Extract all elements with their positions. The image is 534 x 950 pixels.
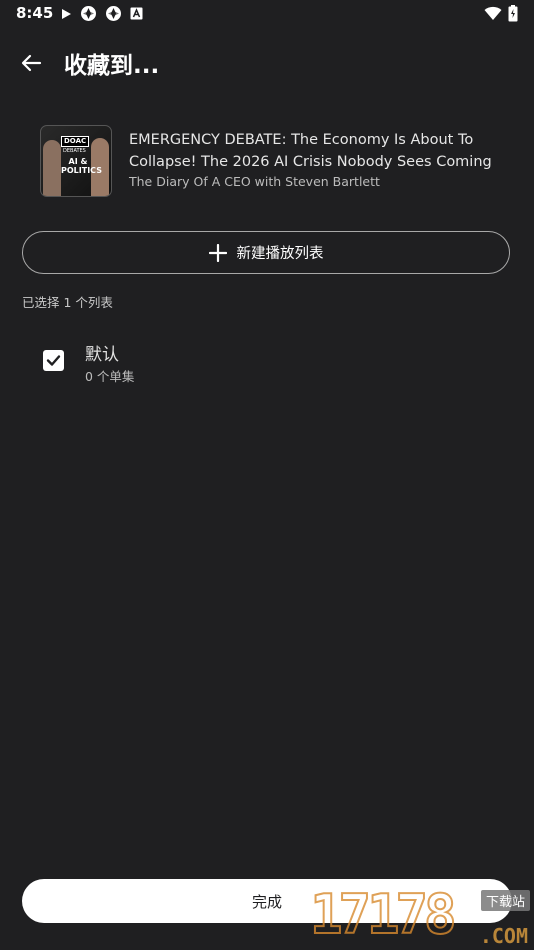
app-notification-icon <box>81 6 96 21</box>
podcast-name: The Diary Of A CEO with Steven Bartlett <box>129 174 380 189</box>
arrow-back-icon <box>21 54 42 72</box>
done-button[interactable]: 完成 <box>22 879 512 923</box>
page-title: 收藏到... <box>64 53 160 79</box>
new-playlist-button[interactable]: 新建播放列表 <box>22 231 510 274</box>
done-label: 完成 <box>251 892 282 911</box>
playlist-item[interactable]: 默认 0 个单集 <box>22 335 512 390</box>
playlist-name: 默认 <box>85 345 119 365</box>
watermark-domain: .COM <box>479 924 528 948</box>
battery-icon <box>508 5 518 22</box>
playlist-episode-count: 0 个单集 <box>85 369 135 384</box>
wifi-icon <box>484 6 502 20</box>
app-notification-icon <box>106 6 121 21</box>
plus-icon <box>208 243 227 262</box>
artwork-logo: DOAC <box>61 136 90 147</box>
episode-title: EMERGENCY DEBATE: The Economy Is About T… <box>129 132 492 170</box>
back-button[interactable] <box>16 48 46 78</box>
artwork-topic: AI & POLITICS <box>61 157 102 175</box>
font-notification-icon <box>130 7 143 20</box>
episode-artwork: DOAC DEBATES AI & POLITICS <box>40 125 112 197</box>
new-playlist-label: 新建播放列表 <box>236 246 324 262</box>
artwork-subtitle: DEBATES <box>63 148 86 154</box>
play-notification-icon <box>62 8 71 19</box>
status-notification-icons <box>60 5 143 22</box>
status-time: 8:45 <box>16 4 54 22</box>
playlist-checkbox[interactable] <box>43 350 64 371</box>
status-system-icons <box>484 5 518 22</box>
selection-summary: 已选择 1 个列表 <box>22 295 113 310</box>
checkmark-icon <box>46 355 61 366</box>
host-left-image <box>43 140 61 196</box>
